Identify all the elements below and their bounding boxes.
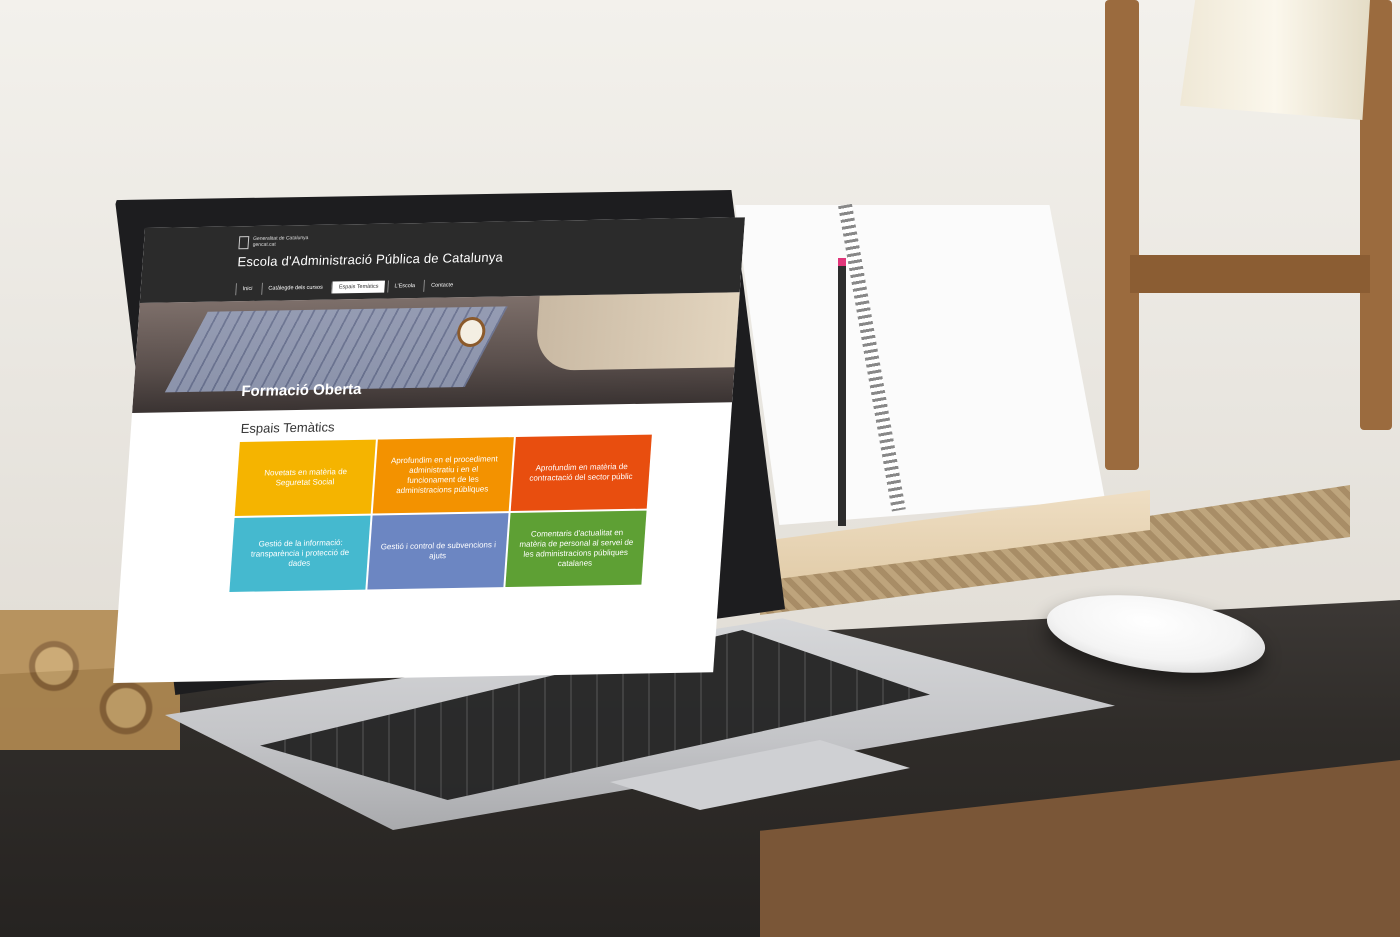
tile-seguretat-social[interactable]: Novetats en matèria de Seguretat Social: [234, 439, 376, 517]
nav-item-espais-tematics[interactable]: Espais Temàtics: [331, 280, 385, 294]
nav-item-inici[interactable]: Inici: [235, 282, 259, 296]
website: Generalitat de Catalunya gencat.cat Esco…: [113, 217, 745, 683]
hero-banner: Formació Oberta: [132, 292, 740, 413]
content: Espais Temàtics Novetats en matèria de S…: [119, 402, 732, 594]
tile-contractacio[interactable]: Aprofundim en matèria de contractació de…: [510, 434, 652, 512]
site-header: Generalitat de Catalunya gencat.cat Esco…: [139, 217, 745, 303]
section-title: Espais Temàtics: [240, 419, 336, 437]
tile-procediment-administratiu[interactable]: Aprofundim en el procediment administrat…: [372, 437, 514, 514]
gov-logo-icon: [238, 236, 250, 250]
main-nav: Inici Catàlegde dels cursos Espais Temàt…: [235, 279, 460, 296]
lamp-shade: [1180, 0, 1370, 120]
site-title[interactable]: Escola d'Administració Pública de Catalu…: [237, 250, 504, 270]
ladder-left-post: [1105, 0, 1139, 470]
hero-photo-sleeve: [534, 292, 740, 371]
gov-brand[interactable]: Generalitat de Catalunya gencat.cat: [238, 235, 309, 250]
hero-title: Formació Oberta: [240, 380, 363, 401]
tile-transparencia[interactable]: Gestió de la informació: transparència i…: [229, 515, 371, 593]
hero-photo-keyboard: [164, 306, 508, 393]
nav-item-escola[interactable]: L'Escola: [387, 279, 422, 293]
tile-personal[interactable]: Comentaris d'actualitat en matèria de pe…: [505, 510, 647, 588]
laptop-screen: Generalitat de Catalunya gencat.cat Esco…: [109, 214, 935, 748]
topics-grid: Novetats en matèria de Seguretat Social …: [229, 433, 730, 593]
ladder-rung: [1130, 255, 1370, 293]
nav-item-cataleg[interactable]: Catàlegde dels cursos: [260, 281, 330, 295]
tile-subvencions[interactable]: Gestió i control de subvencions i ajuts: [367, 513, 509, 590]
nav-item-contacte[interactable]: Contacte: [423, 279, 460, 292]
gov-url: gencat.cat: [252, 241, 276, 249]
